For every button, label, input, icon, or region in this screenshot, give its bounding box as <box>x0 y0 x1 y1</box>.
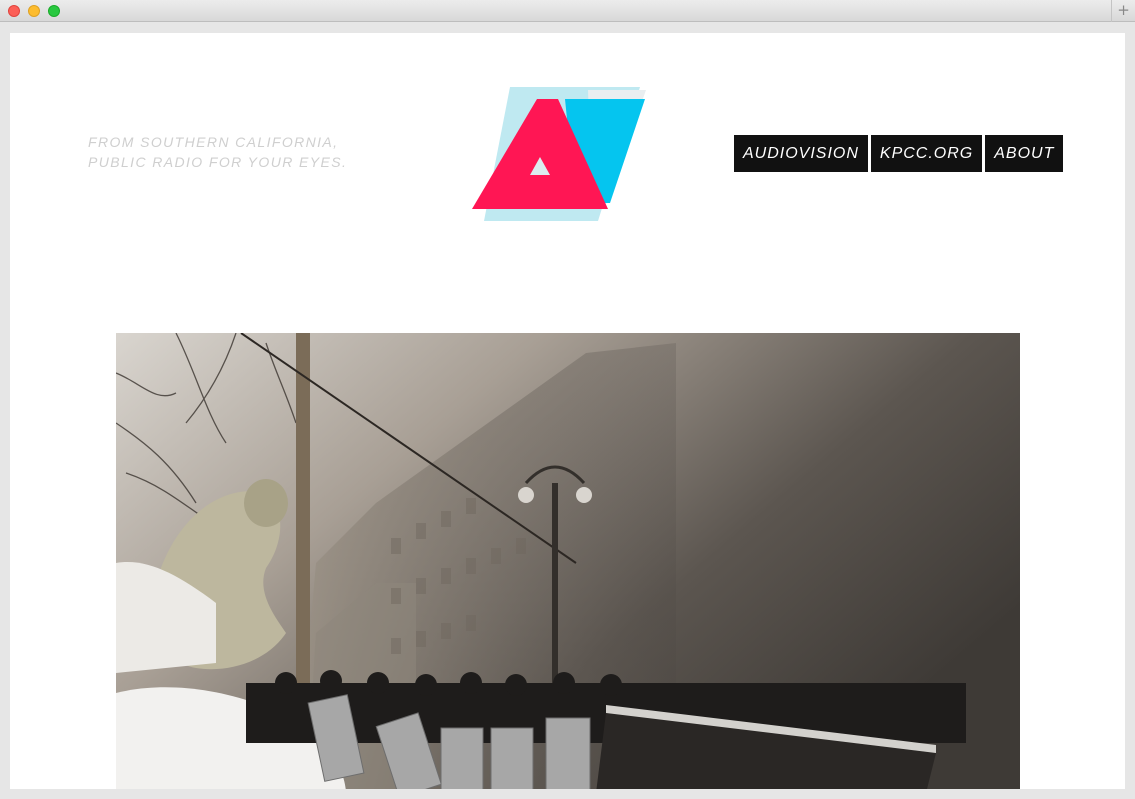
nav-about-link[interactable]: ABOUT <box>985 135 1064 172</box>
tagline-line-2: PUBLIC RADIO FOR YOUR EYES. <box>88 153 348 170</box>
hero-photo-image <box>116 333 1020 789</box>
site-logo[interactable] <box>468 87 648 221</box>
new-tab-button[interactable]: + <box>1111 0 1135 22</box>
av-logo-icon <box>472 87 646 221</box>
nav-kpcc-link[interactable]: KPCC.ORG <box>870 135 983 172</box>
close-window-button[interactable] <box>8 5 20 17</box>
nav-audiovision-link[interactable]: AUDIOVISION <box>734 135 868 172</box>
minimize-window-button[interactable] <box>28 5 40 17</box>
hero-photo[interactable] <box>116 333 1020 789</box>
page-viewport: FROM SOUTHERN CALIFORNIA, PUBLIC RADIO F… <box>10 33 1125 789</box>
main-nav: AUDIOVISION KPCC.ORG ABOUT <box>734 135 1064 172</box>
tagline-line-1: FROM SOUTHERN CALIFORNIA, <box>88 134 339 150</box>
zoom-window-button[interactable] <box>48 5 60 17</box>
window-titlebar: + <box>0 0 1135 22</box>
site-tagline: FROM SOUTHERN CALIFORNIA, PUBLIC RADIO F… <box>88 133 347 172</box>
